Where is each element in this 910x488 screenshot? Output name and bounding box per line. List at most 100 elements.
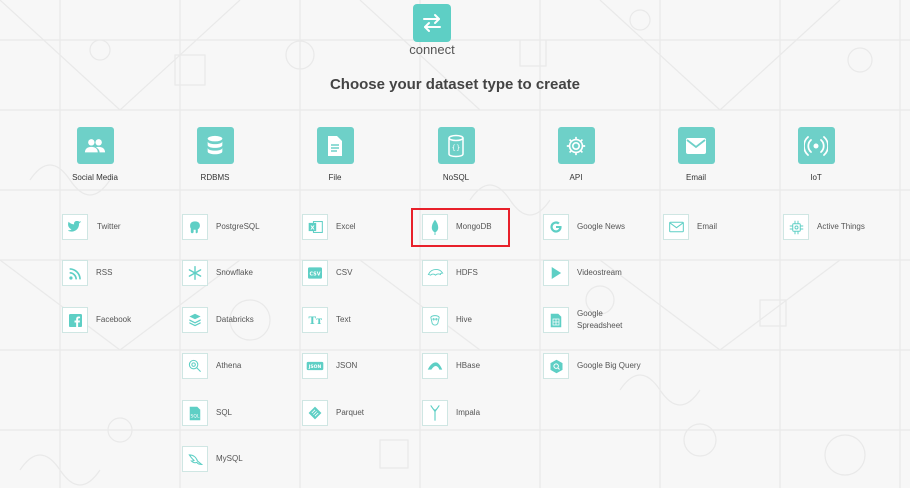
category-rdbms[interactable]: RDBMS xyxy=(155,127,275,182)
item-excel[interactable]: X Excel xyxy=(302,214,406,240)
item-label: MySQL xyxy=(216,454,243,463)
category-label: NoSQL xyxy=(442,173,470,182)
logo-text: connect xyxy=(409,42,455,57)
category-label: Email xyxy=(685,173,706,182)
category-label: IoT xyxy=(810,173,822,182)
category-label: Social Media xyxy=(72,173,118,182)
text-icon: Tт xyxy=(302,307,328,333)
item-label: Google News xyxy=(577,222,626,231)
parquet-icon xyxy=(302,400,328,426)
nosql-database-icon: {} xyxy=(437,127,475,164)
item-label: Google Big Query xyxy=(577,361,641,370)
snowflake-icon xyxy=(182,260,208,286)
item-label: Email xyxy=(697,222,718,231)
play-icon xyxy=(543,260,569,286)
item-mysql[interactable]: MySQL xyxy=(182,446,286,472)
item-label: PostgreSQL xyxy=(216,222,260,231)
item-twitter[interactable]: Twitter xyxy=(62,214,167,240)
svg-text:SQL: SQL xyxy=(191,413,200,419)
item-label: Twitter xyxy=(97,222,121,231)
bigquery-icon xyxy=(543,353,569,379)
facebook-icon xyxy=(62,307,88,333)
database-icon xyxy=(196,127,234,164)
item-rss[interactable]: RSS xyxy=(62,260,166,286)
category-nosql[interactable]: {} NoSQL xyxy=(396,127,516,182)
item-label: HDFS xyxy=(456,268,478,277)
broadcast-icon xyxy=(797,127,835,164)
spreadsheet-icon xyxy=(543,307,569,333)
item-parquet[interactable]: Parquet xyxy=(302,400,406,426)
category-social-media[interactable]: Social Media xyxy=(35,127,155,182)
item-snowflake[interactable]: Snowflake xyxy=(182,260,286,286)
connect-logo xyxy=(413,4,451,42)
item-label: Facebook xyxy=(96,315,132,324)
json-icon: JSON xyxy=(302,353,328,379)
page-title: Choose your dataset type to create xyxy=(329,76,581,93)
item-label: JSON xyxy=(336,361,358,370)
file-icon xyxy=(316,127,354,164)
svg-text:JSON: JSON xyxy=(308,364,322,370)
item-label: Google Spreadsheet xyxy=(577,309,623,330)
category-iot[interactable]: IoT xyxy=(756,127,876,182)
item-label: Hive xyxy=(456,315,473,324)
item-json[interactable]: JSON JSON xyxy=(302,353,406,379)
hbase-icon xyxy=(422,353,448,379)
item-hbase[interactable]: HBase xyxy=(422,353,526,379)
svg-text:{}: {} xyxy=(452,144,461,152)
item-label: Snowflake xyxy=(216,268,253,277)
category-file[interactable]: File xyxy=(275,127,395,182)
dataset-type-page: connect Choose your dataset type to crea… xyxy=(0,0,910,488)
twitter-icon xyxy=(62,214,88,240)
swap-arrows-icon xyxy=(423,14,441,32)
category-label: File xyxy=(328,173,342,182)
item-label: SQL xyxy=(216,408,233,417)
svg-text:CSV: CSV xyxy=(310,271,321,277)
item-csv[interactable]: CSV CSV xyxy=(302,260,406,286)
category-label: RDBMS xyxy=(200,173,230,182)
item-hdfs[interactable]: HDFS xyxy=(422,260,526,286)
item-label: RSS xyxy=(96,268,113,277)
item-label: Impala xyxy=(456,408,481,417)
athena-icon xyxy=(182,353,208,379)
item-sql[interactable]: SQL SQL xyxy=(182,400,286,426)
chip-icon xyxy=(783,214,809,240)
csv-icon: CSV xyxy=(302,260,328,286)
svg-text:Tт: Tт xyxy=(308,315,322,327)
selection-highlight xyxy=(411,208,510,247)
category-api[interactable]: API xyxy=(516,127,636,182)
users-icon xyxy=(76,127,114,164)
category-email[interactable]: Email xyxy=(636,127,756,182)
item-active-things[interactable]: Active Things xyxy=(783,214,887,240)
item-label: HBase xyxy=(456,361,481,370)
sql-icon: SQL xyxy=(182,400,208,426)
item-label: Text xyxy=(336,315,351,324)
item-google-big-query[interactable]: Google Big Query xyxy=(543,353,647,379)
item-impala[interactable]: Impala xyxy=(422,400,526,426)
item-hive[interactable]: Hive xyxy=(422,307,526,333)
item-athena[interactable]: Athena xyxy=(182,353,286,379)
rss-icon xyxy=(62,260,88,286)
item-label: Videostream xyxy=(577,268,622,277)
impala-icon xyxy=(422,400,448,426)
postgresql-icon xyxy=(182,214,208,240)
item-label: Databricks xyxy=(216,315,254,324)
item-videostream[interactable]: Videostream xyxy=(543,260,647,286)
item-email[interactable]: Email xyxy=(663,214,767,240)
google-icon xyxy=(543,214,569,240)
item-text[interactable]: Tт Text xyxy=(302,307,406,333)
envelope-icon xyxy=(677,127,715,164)
mysql-icon xyxy=(182,446,208,472)
item-label: CSV xyxy=(336,268,353,277)
gear-icon xyxy=(557,127,595,164)
item-label: Excel xyxy=(336,222,356,231)
item-facebook[interactable]: Facebook xyxy=(62,307,166,333)
item-databricks[interactable]: Databricks xyxy=(182,307,286,333)
item-google-spreadsheet[interactable]: Google Spreadsheet xyxy=(543,307,647,333)
hdfs-icon xyxy=(422,260,448,286)
category-label: API xyxy=(569,173,583,182)
item-google-news[interactable]: Google News xyxy=(543,214,647,240)
hive-icon xyxy=(422,307,448,333)
databricks-icon xyxy=(182,307,208,333)
item-postgresql[interactable]: PostgreSQL xyxy=(182,214,286,240)
item-label: Active Things xyxy=(817,222,865,231)
